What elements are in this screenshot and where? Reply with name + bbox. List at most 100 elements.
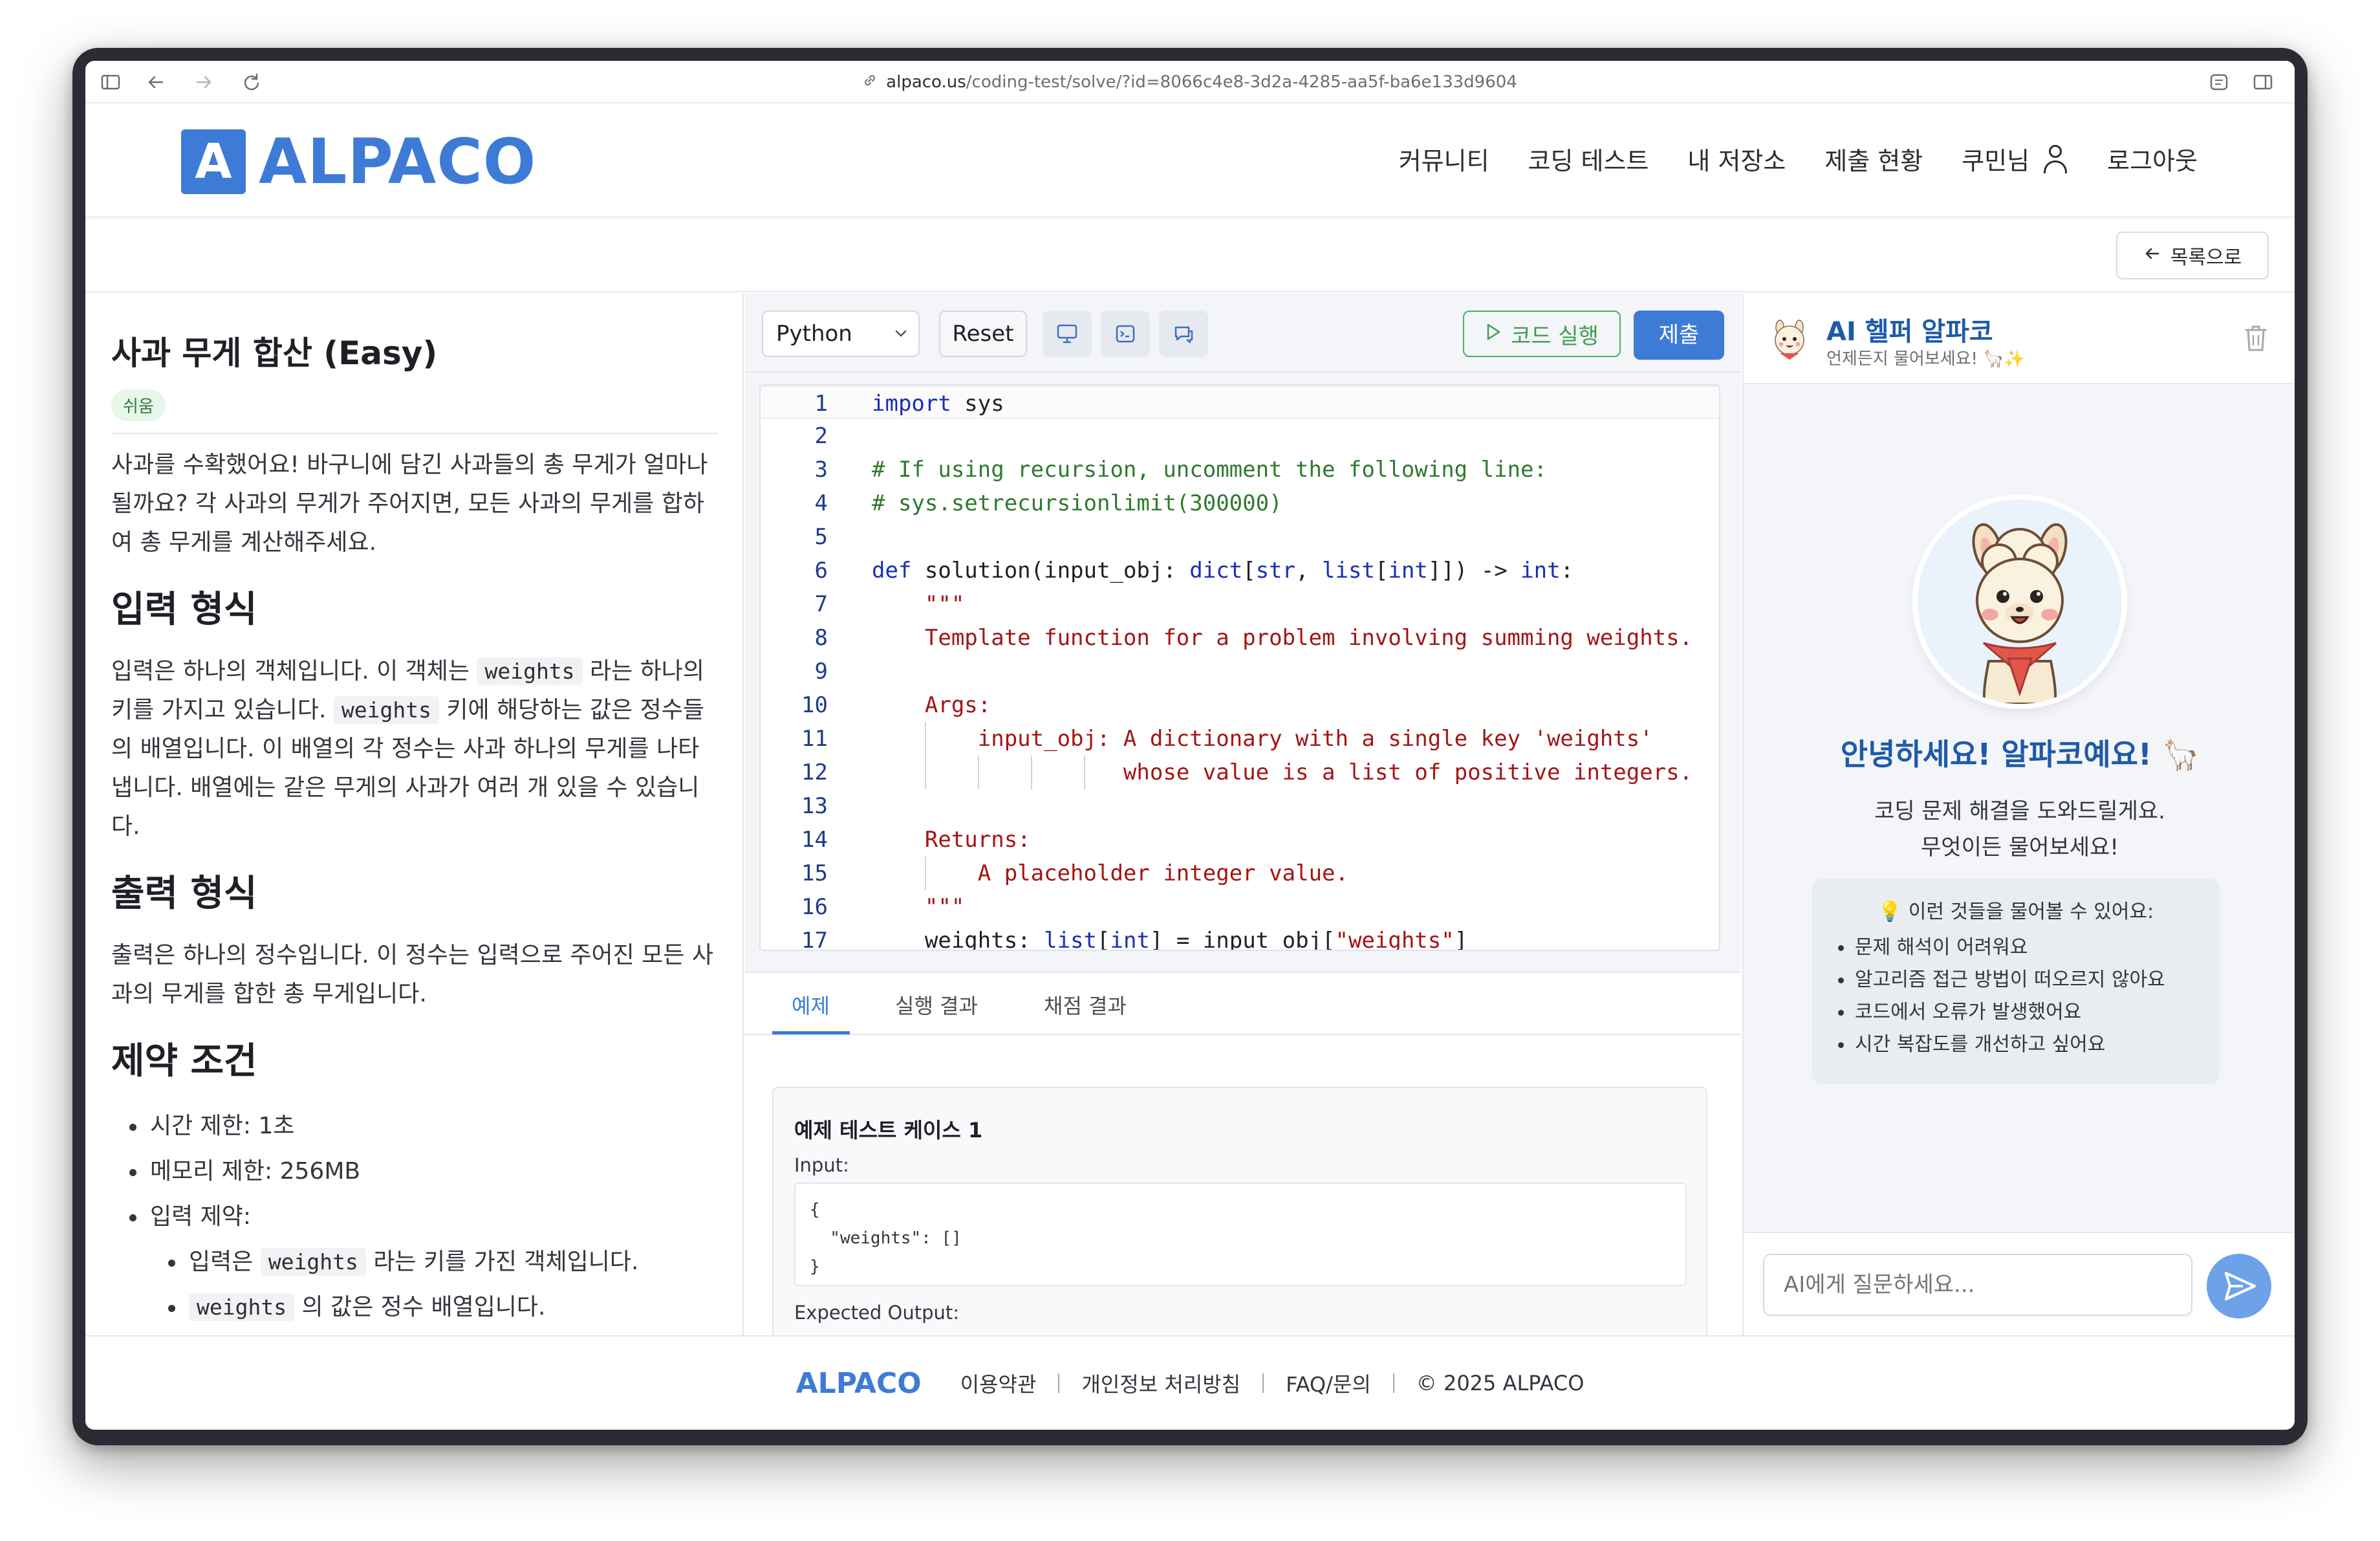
play-icon xyxy=(1485,323,1502,345)
send-button[interactable] xyxy=(2207,1254,2271,1318)
input-description: 입력은 하나의 객체입니다. 이 객체는 weights 라는 하나의 키를 가… xyxy=(111,657,705,840)
url-host: alpaco.us xyxy=(886,72,966,92)
nav-user[interactable]: 쿠민님 xyxy=(1962,141,2068,177)
main-nav: 커뮤니티 코딩 테스트 내 저장소 제출 현황 쿠민님 로그아웃 xyxy=(1360,141,2198,177)
code-text: # sys.setrecursionlimit(300000) xyxy=(872,490,1282,516)
code-text: A placeholder integer value. xyxy=(872,860,1348,886)
ai-helper-title: AI 헬퍼 알파코 xyxy=(1826,317,1993,347)
terminal-button[interactable] xyxy=(1101,311,1150,357)
code-line: 9 xyxy=(761,655,1719,688)
difficulty-badge: 쉬움 xyxy=(111,389,166,421)
browser-toolbar: alpaco.us/coding-test/solve/?id=8066c4e8… xyxy=(85,61,2295,104)
footer-logo[interactable]: ALPACO xyxy=(796,1367,922,1400)
ai-description-line1: 코딩 문제 해결을 도와드릴게요. xyxy=(1874,798,2165,824)
line-number: 3 xyxy=(814,457,828,483)
chat-button[interactable] xyxy=(1159,311,1208,357)
ai-greeting: 안녕하세요! 알파코예요! 🦙 xyxy=(1840,737,2200,772)
code-text: Template function for a problem involvin… xyxy=(872,625,1693,651)
back-to-list-button[interactable]: 목록으로 xyxy=(2116,232,2269,279)
footer-separator xyxy=(1392,1373,1394,1393)
problem-panel: 사과 무게 합산 (Easy) 쉬움 사과를 수확했어요! 바구니에 담긴 사과… xyxy=(85,294,744,1335)
address-bar[interactable]: alpaco.us/coding-test/solve/?id=8066c4e8… xyxy=(85,61,2295,104)
logo-text: ALPACO xyxy=(259,126,537,198)
line-number: 5 xyxy=(814,524,828,550)
ai-helper-panel: AI 헬퍼 알파코 언제든지 물어보세요! 🦙✨ 안녕하세요! 알파코예요! 🦙… xyxy=(1742,294,2295,1335)
footer-terms-link[interactable]: 이용약관 xyxy=(960,1368,1037,1398)
site-footer: ALPACO 이용약관 개인정보 처리방침 FAQ/문의 © 2025 ALPA… xyxy=(85,1335,2295,1430)
code-line: 15 A placeholder integer value. xyxy=(761,857,1719,890)
ai-description-line2: 무엇이든 물어보세요! xyxy=(1921,835,2119,860)
line-number: 10 xyxy=(801,692,828,718)
test-case-card: 예제 테스트 케이스 1 Input: { "weights": [] } Ex… xyxy=(772,1087,1707,1359)
suggestion-list: 문제 해석이 어려워요 알고리즘 접근 방법이 떠오르지 않아요 코드에서 오류… xyxy=(1835,932,2165,1061)
ai-input-bar xyxy=(1744,1232,2295,1335)
tab-grading-results[interactable]: 채점 결과 xyxy=(1044,990,1127,1020)
run-code-label: 코드 실행 xyxy=(1511,323,1599,349)
constraint-subitem: 입력은 weights 라는 키를 가진 객체입니다. xyxy=(111,1240,718,1285)
line-number: 1 xyxy=(814,391,828,417)
editor-panel: Python Reset 코드 실행 제출 1 import sys 2 3 #… xyxy=(745,294,1741,1359)
tab-examples[interactable]: 예제 xyxy=(792,990,830,1020)
nav-community[interactable]: 커뮤니티 xyxy=(1399,141,1489,177)
back-to-list-label: 목록으로 xyxy=(2170,246,2242,269)
reset-button[interactable]: Reset xyxy=(939,311,1027,357)
constraint-subitem: weights 의 값은 정수 배열입니다. xyxy=(111,1285,718,1330)
input-label: Input: xyxy=(794,1154,849,1176)
active-tab-indicator xyxy=(772,1031,850,1034)
ai-helper-subtitle: 언제든지 물어보세요! 🦙✨ xyxy=(1826,349,2025,369)
code-line: 12 whose value is a list of positive int… xyxy=(761,756,1719,789)
alpaco-logo[interactable]: A ALPACO xyxy=(181,126,536,198)
sub-toolbar xyxy=(85,219,2295,292)
browser-window: alpaco.us/coding-test/solve/?id=8066c4e8… xyxy=(72,48,2308,1445)
indent-guide xyxy=(925,857,926,890)
test-case-title: 예제 테스트 케이스 1 xyxy=(794,1118,983,1142)
code-text: input_obj: A dictionary with a single ke… xyxy=(872,726,1653,752)
code-text: Returns: xyxy=(872,827,1031,853)
submit-button[interactable]: 제출 xyxy=(1634,311,1724,360)
trash-icon[interactable] xyxy=(2243,323,2269,353)
footer-separator xyxy=(1262,1373,1264,1393)
code-line: 5 xyxy=(761,520,1719,554)
indent-guide xyxy=(925,722,926,756)
constraint-item: 시간 제한: 1초 xyxy=(111,1104,718,1149)
code-line: 13 xyxy=(761,789,1719,823)
url-path: /coding-test/solve/?id=8066c4e8-3d2a-428… xyxy=(966,72,1517,92)
line-number: 7 xyxy=(814,591,828,617)
code-text: def solution(input_obj: dict[str, list[i… xyxy=(872,558,1574,584)
input-value: { "weights": [] } xyxy=(794,1183,1687,1286)
code-text: Args: xyxy=(872,692,991,718)
user-icon xyxy=(2042,144,2068,173)
ai-question-input[interactable] xyxy=(1763,1254,2192,1316)
run-code-button[interactable]: 코드 실행 xyxy=(1463,311,1621,357)
expected-output-label: Expected Output: xyxy=(794,1302,960,1324)
nav-my-storage[interactable]: 내 저장소 xyxy=(1687,141,1786,177)
footer-faq-link[interactable]: FAQ/문의 xyxy=(1286,1368,1371,1398)
constraint-item: 입력 제약: xyxy=(111,1194,718,1240)
problem-title: 사과 무게 합산 (Easy) xyxy=(111,334,438,372)
constraints-list: 시간 제한: 1초 메모리 제한: 256MB 입력 제약: 입력은 weigh… xyxy=(111,1104,718,1330)
terminal-icon xyxy=(1116,325,1135,343)
line-number: 17 xyxy=(801,928,828,951)
code-text: # If using recursion, uncomment the foll… xyxy=(872,457,1547,483)
nav-logout[interactable]: 로그아웃 xyxy=(2107,141,2198,177)
nav-submissions[interactable]: 제출 현황 xyxy=(1824,141,1923,177)
tab-run-results[interactable]: 실행 결과 xyxy=(895,990,978,1020)
line-number: 8 xyxy=(814,625,828,651)
constraints-heading: 제약 조건 xyxy=(111,1040,257,1082)
line-number: 9 xyxy=(814,659,828,684)
suggestion-item: 알고리즘 접근 방법이 떠오르지 않아요 xyxy=(1835,964,2165,996)
problem-intro: 사과를 수확했어요! 바구니에 담긴 사과들의 총 무게가 얼마나 될까요? 각… xyxy=(111,452,708,556)
nav-coding-test[interactable]: 코딩 테스트 xyxy=(1528,141,1649,177)
result-panel: 예제 실행 결과 채점 결과 예제 테스트 케이스 1 Input: { "we… xyxy=(745,972,1741,1359)
line-number: 12 xyxy=(801,760,828,785)
language-select[interactable]: Python xyxy=(762,311,920,357)
code-editor[interactable]: 1 import sys 2 3 # If using recursion, uncom… xyxy=(759,384,1720,951)
footer-privacy-link[interactable]: 개인정보 처리방침 xyxy=(1081,1368,1240,1398)
monitor-button[interactable] xyxy=(1043,311,1092,357)
reader-icon[interactable] xyxy=(2208,71,2230,93)
indent-guide xyxy=(978,756,979,789)
code-line: 4 # sys.setrecursionlimit(300000) xyxy=(761,486,1719,520)
line-number: 4 xyxy=(814,490,828,516)
suggestion-box: 💡 이런 것들을 물어볼 수 있어요: 문제 해석이 어려워요 알고리즘 접근 … xyxy=(1812,879,2220,1084)
split-view-icon[interactable] xyxy=(2252,71,2274,93)
